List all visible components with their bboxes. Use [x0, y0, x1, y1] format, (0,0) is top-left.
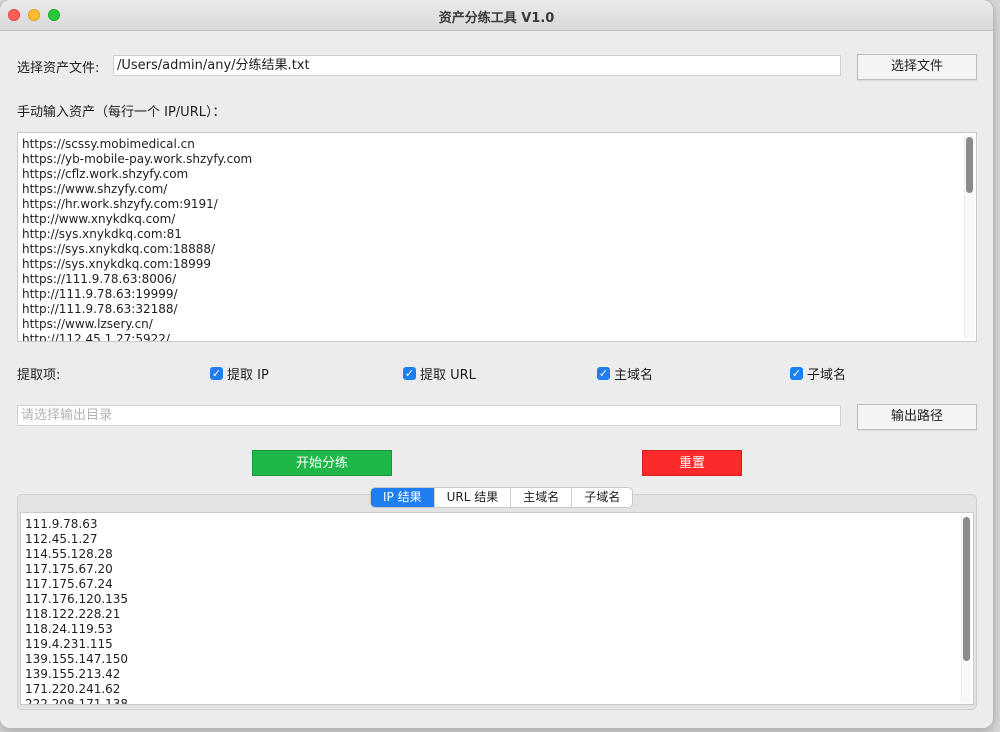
manual-input-lines: https://scssy.mobimedical.cn https://yb-m… — [22, 137, 253, 342]
manual-input-line: https://www.lzsery.cn/ — [22, 317, 153, 331]
extract-ip-checkbox[interactable]: ✓ 提取 IP — [210, 364, 269, 383]
manual-input-line: http://www.xnykdkq.com/ — [22, 212, 176, 226]
asset-file-path-field[interactable]: /Users/admin/any/分练结果.txt — [113, 55, 841, 76]
manual-input-line: https://yb-mobile-pay.work.shzyfy.com — [22, 152, 253, 166]
output-directory-field[interactable]: 请选择输出目录 — [17, 405, 841, 426]
result-line: 112.45.1.27 — [25, 532, 98, 546]
checkmark-icon: ✓ — [790, 367, 803, 380]
manual-input-line: http://112.45.1.27:5922/ — [22, 332, 170, 342]
extract-url-checkbox[interactable]: ✓ 提取 URL — [403, 364, 476, 383]
tab-url-results[interactable]: URL 结果 — [433, 488, 511, 507]
result-line: 114.55.128.28 — [25, 547, 113, 561]
tab-main-domain[interactable]: 主域名 — [510, 488, 571, 507]
result-line: 117.175.67.20 — [25, 562, 113, 576]
result-line: 117.175.67.24 — [25, 577, 113, 591]
result-line: 111.9.78.63 — [25, 517, 98, 531]
results-tab-bar: IP 结果 URL 结果 主域名 子域名 — [370, 487, 634, 508]
extract-options-label: 提取项: — [17, 368, 61, 383]
subdomain-checkbox[interactable]: ✓ 子域名 — [790, 364, 846, 383]
results-scroll-thumb[interactable] — [963, 517, 970, 661]
result-line: 118.122.228.21 — [25, 607, 121, 621]
manual-input-scrollbar[interactable] — [964, 135, 974, 339]
choose-file-button[interactable]: 选择文件 — [857, 54, 977, 80]
manual-input-label: 手动输入资产（每行一个 IP/URL）： — [17, 105, 226, 120]
manual-input-line: https://www.shzyfy.com/ — [22, 182, 168, 196]
result-line: 222.208.171.138 — [25, 697, 129, 705]
results-lines: 111.9.78.63 112.45.1.27 114.55.128.28 117.1… — [25, 517, 129, 705]
tab-subdomain[interactable]: 子域名 — [571, 488, 632, 507]
start-button[interactable]: 开始分练 — [252, 450, 392, 476]
results-scrollbar[interactable] — [961, 515, 971, 702]
reset-button[interactable]: 重置 — [642, 450, 742, 476]
checkmark-icon: ✓ — [403, 367, 416, 380]
manual-input-line: http://sys.xnykdkq.com:81 — [22, 227, 182, 241]
result-line: 117.176.120.135 — [25, 592, 129, 606]
manual-input-line: https://cflz.work.shzyfy.com — [22, 167, 189, 181]
manual-input-line: http://111.9.78.63:32188/ — [22, 302, 178, 316]
app-window: 资产分练工具 V1.0 选择资产文件: /Users/admin/any/分练结… — [0, 0, 993, 728]
subdomain-label: 子域名 — [807, 368, 847, 383]
extract-ip-label: 提取 IP — [227, 368, 269, 383]
checkmark-icon: ✓ — [210, 367, 223, 380]
manual-input-line: https://hr.work.shzyfy.com:9191/ — [22, 197, 218, 211]
manual-input-line: https://111.9.78.63:8006/ — [22, 272, 177, 286]
result-line: 139.155.147.150 — [25, 652, 129, 666]
result-line: 119.4.231.115 — [25, 637, 113, 651]
manual-input-line: https://sys.xnykdkq.com:18999 — [22, 257, 212, 271]
manual-input-textarea[interactable]: https://scssy.mobimedical.cn https://yb-m… — [17, 132, 977, 342]
results-textarea[interactable]: 111.9.78.63 112.45.1.27 114.55.128.28 117.1… — [20, 512, 974, 705]
checkmark-icon: ✓ — [597, 367, 610, 380]
main-domain-label: 主域名 — [614, 368, 654, 383]
extract-url-label: 提取 URL — [420, 368, 476, 383]
main-domain-checkbox[interactable]: ✓ 主域名 — [597, 364, 653, 383]
result-line: 139.155.213.42 — [25, 667, 121, 681]
result-line: 118.24.119.53 — [25, 622, 113, 636]
title-bar: 资产分练工具 V1.0 — [0, 0, 993, 31]
tab-ip-results[interactable]: IP 结果 — [371, 488, 434, 507]
manual-input-line: https://sys.xnykdkq.com:18888/ — [22, 242, 216, 256]
manual-input-scroll-thumb[interactable] — [966, 137, 973, 193]
asset-file-label: 选择资产文件: — [17, 61, 100, 76]
output-path-button[interactable]: 输出路径 — [857, 404, 977, 430]
manual-input-line: http://111.9.78.63:19999/ — [22, 287, 178, 301]
window-title: 资产分练工具 V1.0 — [438, 11, 555, 26]
manual-input-line: https://scssy.mobimedical.cn — [22, 137, 195, 151]
result-line: 171.220.241.62 — [25, 682, 121, 696]
